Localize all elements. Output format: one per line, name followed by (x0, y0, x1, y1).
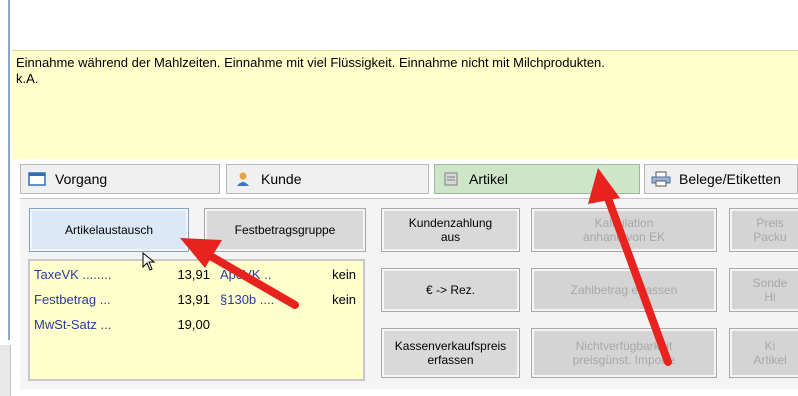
button-label-line2: preisgünst. Importe (572, 353, 676, 367)
button-label-line1: Kundenzahlung (408, 216, 493, 230)
artikel-button[interactable]: Ki Artikel (729, 328, 798, 378)
dosage-info-extra: k.A. (16, 71, 39, 86)
mwst-value: 19,00 (177, 317, 210, 332)
button-label: Artikelaustausch (64, 223, 154, 237)
tab-label: Belege/Etiketten (679, 171, 781, 187)
frame-stub (0, 345, 11, 396)
kassenverkaufspreis-button[interactable]: Kassenverkaufspreis erfassen (381, 328, 520, 378)
price-info-box: TaxeVK ........ 13,91 ApoVK .. kein Fest… (28, 259, 365, 381)
printer-icon (651, 171, 671, 187)
button-label-line2: Packu (753, 230, 787, 244)
dosage-info-panel: Einnahme während der Mahlzeiten. Einnahm… (12, 50, 798, 159)
tab-bar: Vorgang Kunde Artikel Belege/Etiketten (20, 164, 798, 198)
window-icon (27, 171, 47, 187)
button-label-line1: Ki (764, 339, 776, 353)
taxevk-value: 13,91 (177, 267, 210, 282)
button-label-line2: anhand von EK (582, 230, 666, 244)
left-frame (0, 0, 12, 396)
button-label-line1: Sonde (752, 276, 788, 290)
apovk-label: ApoVK .. (220, 267, 272, 282)
festbetrag-label: Festbetrag ... (34, 292, 111, 307)
button-label-line2: erfassen (427, 353, 474, 367)
top-blank-area (12, 0, 798, 50)
s130b-label: §130b .... (220, 292, 275, 307)
tab-vorgang[interactable]: Vorgang (20, 164, 220, 194)
tab-kunde[interactable]: Kunde (226, 164, 429, 194)
artikelaustausch-button[interactable]: Artikelaustausch (29, 208, 189, 252)
preis-packung-button[interactable]: Preis Packu (729, 208, 798, 252)
tab-label: Kunde (261, 171, 302, 187)
mouse-cursor-icon (142, 252, 156, 271)
button-label-line1: Preis (756, 216, 784, 230)
frame-line (8, 0, 10, 340)
button-label-line2: Hi (764, 290, 776, 304)
button-label-line2: aus (440, 230, 461, 244)
apovk-value: kein (332, 267, 356, 282)
article-icon (441, 171, 461, 187)
festbetragsgruppe-button[interactable]: Festbetragsgruppe (204, 208, 366, 252)
taxevk-label: TaxeVK ........ (34, 267, 112, 282)
person-icon (233, 171, 253, 187)
tab-artikel[interactable]: Artikel (434, 164, 640, 194)
button-label-line2: Artikel (753, 353, 787, 367)
button-label-line1: Kalkulation (594, 216, 654, 230)
nichtverfuegbarkeit-button[interactable]: Nichtverfügbarkeit preisgünst. Importe (531, 328, 717, 378)
tab-label: Vorgang (55, 171, 108, 187)
zahlbetrag-erfassen-button[interactable]: Zahlbetrag erfassen (531, 268, 717, 312)
festbetrag-value: 13,91 (177, 292, 210, 307)
button-label-line1: Nichtverfügbarkeit (575, 339, 673, 353)
button-label: Festbetragsgruppe (234, 223, 336, 237)
button-label: € -> Rez. (425, 283, 476, 297)
tab-belege[interactable]: Belege/Etiketten (644, 164, 798, 194)
kundenzahlung-aus-button[interactable]: Kundenzahlung aus (381, 208, 520, 252)
euro-to-rez-button[interactable]: € -> Rez. (381, 268, 520, 312)
kalkulation-button[interactable]: Kalkulation anhand von EK (531, 208, 717, 252)
mwst-label: MwSt-Satz ... (34, 317, 112, 332)
s130b-value: kein (332, 292, 356, 307)
tab-label: Artikel (469, 171, 508, 187)
button-label-line1: Kassenverkaufspreis (394, 339, 507, 353)
button-label: Zahlbetrag erfassen (570, 283, 678, 297)
sonder-button[interactable]: Sonde Hi (729, 268, 798, 312)
dosage-info-text: Einnahme während der Mahlzeiten. Einnahm… (16, 55, 605, 70)
article-action-panel: Artikelaustausch Festbetragsgruppe Kunde… (20, 198, 798, 389)
